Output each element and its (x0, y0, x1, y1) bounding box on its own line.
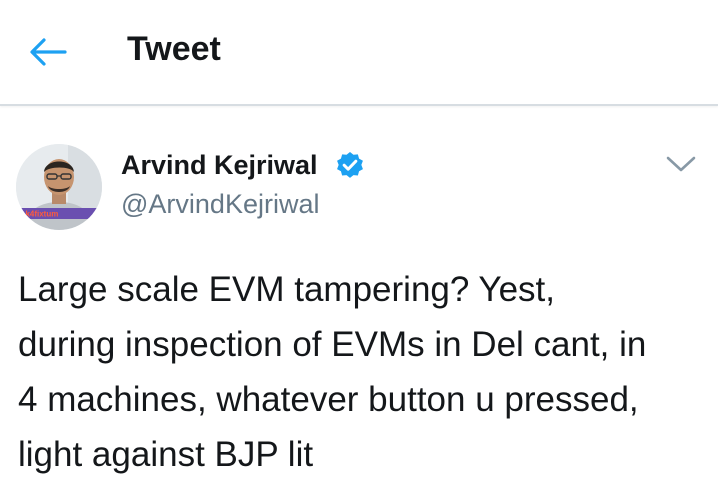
tweet-text-line: light against BJP lit (18, 435, 314, 474)
tweet-menu-button[interactable] (661, 148, 701, 180)
author-name[interactable]: Arvind Kejriwal (121, 149, 318, 181)
page-title: Tweet (127, 30, 221, 68)
tweet-text: Large scale EVM tampering? Yest, during … (18, 262, 708, 482)
tweet-detail-screen: Tweet ek4fixtum Arvind Kejriwal @ArvindK… (0, 0, 718, 501)
author-handle[interactable]: @ArvindKejriwal (121, 188, 319, 220)
chevron-down-icon (666, 156, 696, 172)
tweet-text-line: during inspection of EVMs in Del cant, i… (18, 325, 647, 364)
arrow-left-icon (30, 38, 67, 66)
top-bar: Tweet (0, 0, 718, 106)
avatar-photo: ek4fixtum (16, 144, 102, 230)
verified-badge-icon (337, 152, 363, 178)
tweet-text-line: Large scale EVM tampering? Yest, (18, 270, 555, 309)
back-button[interactable] (22, 26, 74, 78)
avatar-banner-text: ek4fixtum (21, 210, 58, 219)
tweet-text-line: 4 machines, whatever button u pressed, (18, 380, 639, 419)
avatar[interactable]: ek4fixtum (16, 144, 102, 230)
